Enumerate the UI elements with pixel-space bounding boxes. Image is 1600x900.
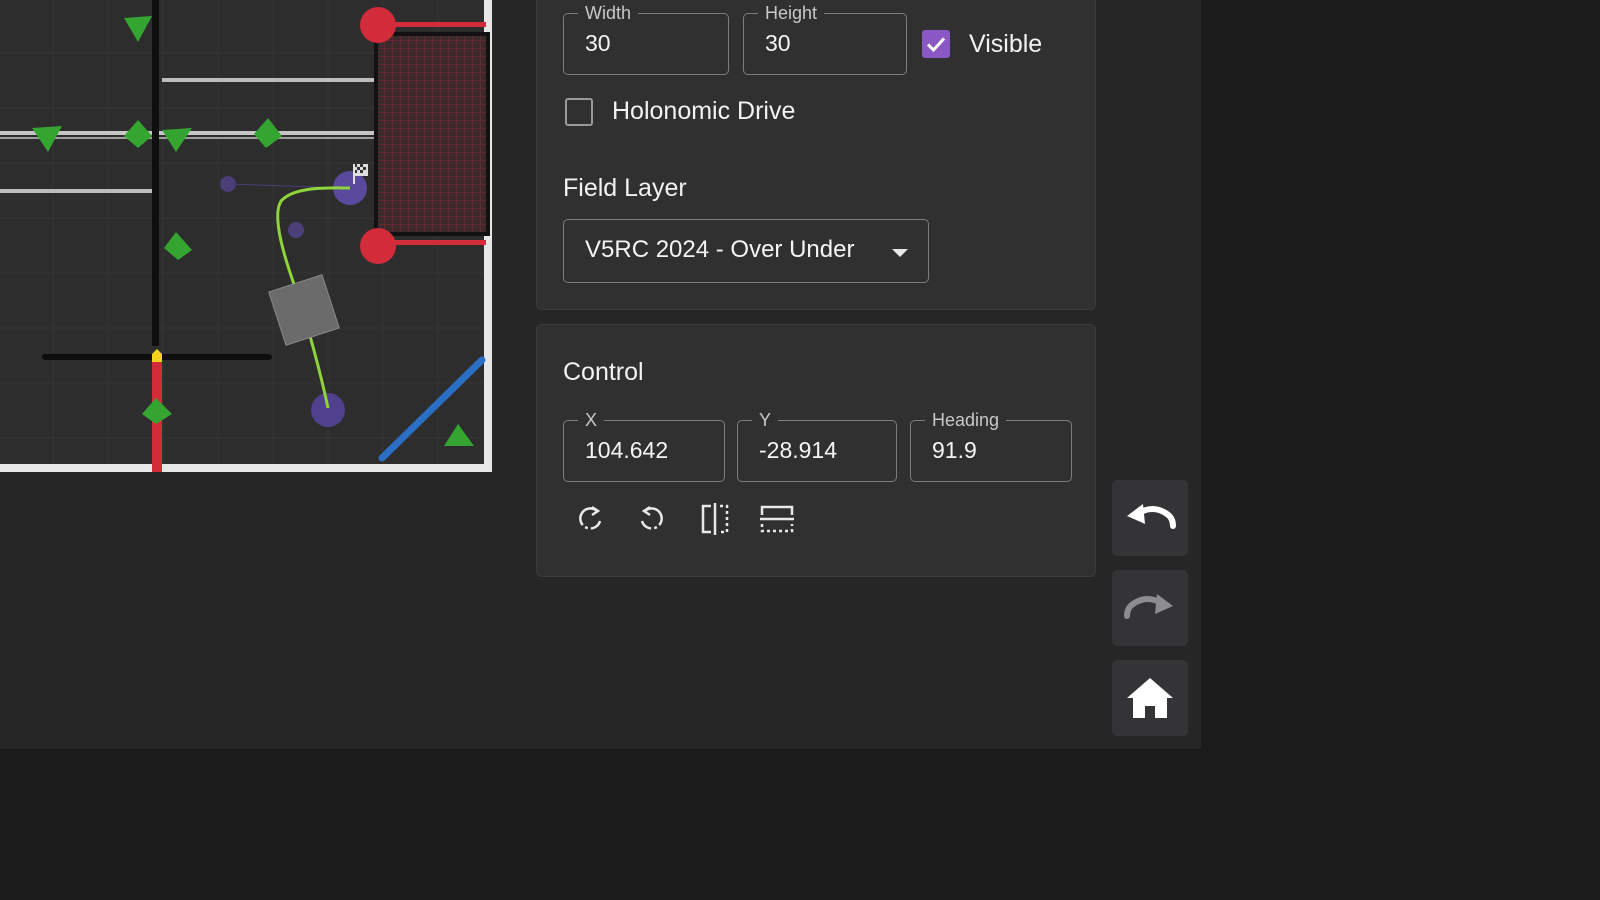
heading-value[interactable]: 91.9 bbox=[932, 436, 977, 464]
y-value[interactable]: -28.914 bbox=[759, 436, 837, 464]
flip-horizontal-button[interactable] bbox=[695, 499, 735, 539]
rotate-clockwise-button[interactable] bbox=[570, 499, 610, 539]
visible-label: Visible bbox=[969, 30, 1043, 58]
robot-settings-panel: Width 30 Height 30 Visible Holonomic Dri… bbox=[536, 0, 1096, 310]
goal-net bbox=[376, 34, 488, 234]
heading-field[interactable]: Heading 91.9 bbox=[910, 410, 1072, 482]
control-title: Control bbox=[563, 358, 644, 386]
visible-checkbox[interactable] bbox=[922, 30, 950, 58]
heading-label: Heading bbox=[925, 410, 1007, 430]
rotate-counterclockwise-button[interactable] bbox=[632, 499, 672, 539]
height-field[interactable]: Height 30 bbox=[743, 3, 907, 75]
field-layer-title: Field Layer bbox=[563, 174, 687, 202]
rotate-counterclockwise-icon bbox=[640, 505, 663, 530]
height-label: Height bbox=[758, 3, 825, 23]
x-value[interactable]: 104.642 bbox=[585, 436, 668, 464]
field-wall-bottom bbox=[0, 464, 486, 472]
width-value[interactable]: 30 bbox=[585, 29, 611, 57]
home-button[interactable] bbox=[1112, 660, 1188, 736]
x-field[interactable]: X 104.642 bbox=[563, 410, 725, 482]
undo-button[interactable] bbox=[1112, 480, 1188, 556]
checkmark-icon bbox=[926, 37, 946, 53]
app-frame: Width 30 Height 30 Visible Holonomic Dri… bbox=[0, 0, 1201, 749]
holonomic-drive-checkbox[interactable] bbox=[565, 98, 593, 126]
x-label: X bbox=[578, 410, 605, 430]
y-label: Y bbox=[752, 410, 779, 430]
center-barrier bbox=[152, 0, 159, 346]
width-label: Width bbox=[578, 3, 639, 23]
width-field[interactable]: Width 30 bbox=[563, 3, 729, 75]
field-layer-select[interactable]: V5RC 2024 - Over Under bbox=[563, 219, 929, 283]
holonomic-drive-label: Holonomic Drive bbox=[612, 97, 796, 125]
control-panel: Control X 104.642 Y -28.914 Heading 91.9 bbox=[536, 324, 1096, 577]
field-layer-value: V5RC 2024 - Over Under bbox=[585, 236, 855, 263]
flip-horizontal-icon bbox=[701, 503, 729, 535]
height-value[interactable]: 30 bbox=[765, 29, 791, 57]
redo-icon bbox=[1124, 594, 1173, 619]
rotate-clockwise-icon bbox=[579, 505, 602, 530]
chevron-down-icon bbox=[892, 249, 908, 257]
field-drawing bbox=[0, 0, 492, 472]
field-canvas[interactable] bbox=[0, 0, 496, 476]
home-icon bbox=[1127, 678, 1173, 718]
undo-icon bbox=[1127, 504, 1176, 529]
flip-vertical-icon bbox=[760, 505, 794, 533]
redo-button[interactable] bbox=[1112, 570, 1188, 646]
flip-vertical-button[interactable] bbox=[757, 499, 797, 539]
y-field[interactable]: Y -28.914 bbox=[737, 410, 897, 482]
